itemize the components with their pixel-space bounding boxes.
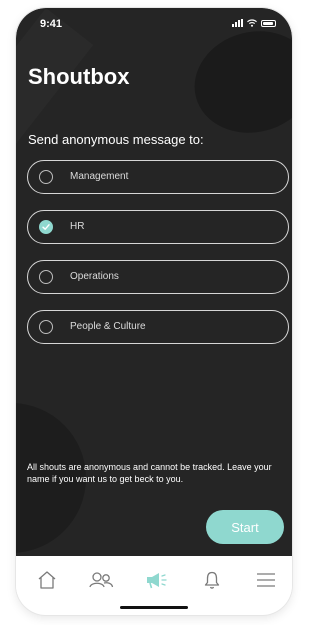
people-icon	[89, 572, 114, 588]
signal-icon	[232, 19, 243, 27]
status-icons	[232, 19, 276, 27]
bell-icon	[204, 571, 220, 589]
radio-unchecked-icon[interactable]	[39, 170, 53, 184]
recipient-prompt: Send anonymous message to:	[28, 132, 204, 147]
status-time: 9:41	[40, 18, 63, 30]
option-label: People & Culture	[70, 321, 146, 332]
megaphone-icon	[147, 573, 167, 589]
home-indicator	[120, 606, 188, 609]
home-icon	[38, 571, 56, 589]
start-button[interactable]: Start	[206, 510, 284, 544]
option-hr[interactable]: HR	[27, 210, 289, 244]
tab-notifications[interactable]	[198, 568, 226, 592]
wifi-icon	[247, 19, 257, 27]
radio-checked-icon[interactable]	[39, 220, 53, 234]
option-people-culture[interactable]: People & Culture	[27, 310, 289, 344]
app-screen: 9:41 Shoutbox Send anonymous message to:…	[16, 8, 292, 556]
radio-unchecked-icon[interactable]	[39, 320, 53, 334]
tab-shoutbox[interactable]	[143, 568, 171, 592]
battery-icon	[261, 20, 276, 27]
option-management[interactable]: Management	[27, 160, 289, 194]
tab-bar	[16, 556, 292, 606]
recipient-options: Management HR Operations People & Cultur…	[27, 160, 289, 360]
tab-menu[interactable]	[252, 568, 280, 592]
radio-unchecked-icon[interactable]	[39, 270, 53, 284]
menu-icon	[257, 573, 275, 587]
page-title: Shoutbox	[28, 64, 130, 89]
option-label: Management	[70, 171, 129, 182]
option-label: Operations	[70, 271, 119, 282]
tab-people[interactable]	[87, 568, 115, 592]
tab-home[interactable]	[33, 568, 61, 592]
anonymity-note: All shouts are anonymous and cannot be t…	[27, 462, 272, 484]
option-label: HR	[70, 221, 85, 232]
option-operations[interactable]: Operations	[27, 260, 289, 294]
phone-frame: 9:41 Shoutbox Send anonymous message to:…	[16, 8, 292, 615]
status-bar: 9:41	[16, 8, 292, 38]
checkmark-icon	[42, 224, 50, 230]
